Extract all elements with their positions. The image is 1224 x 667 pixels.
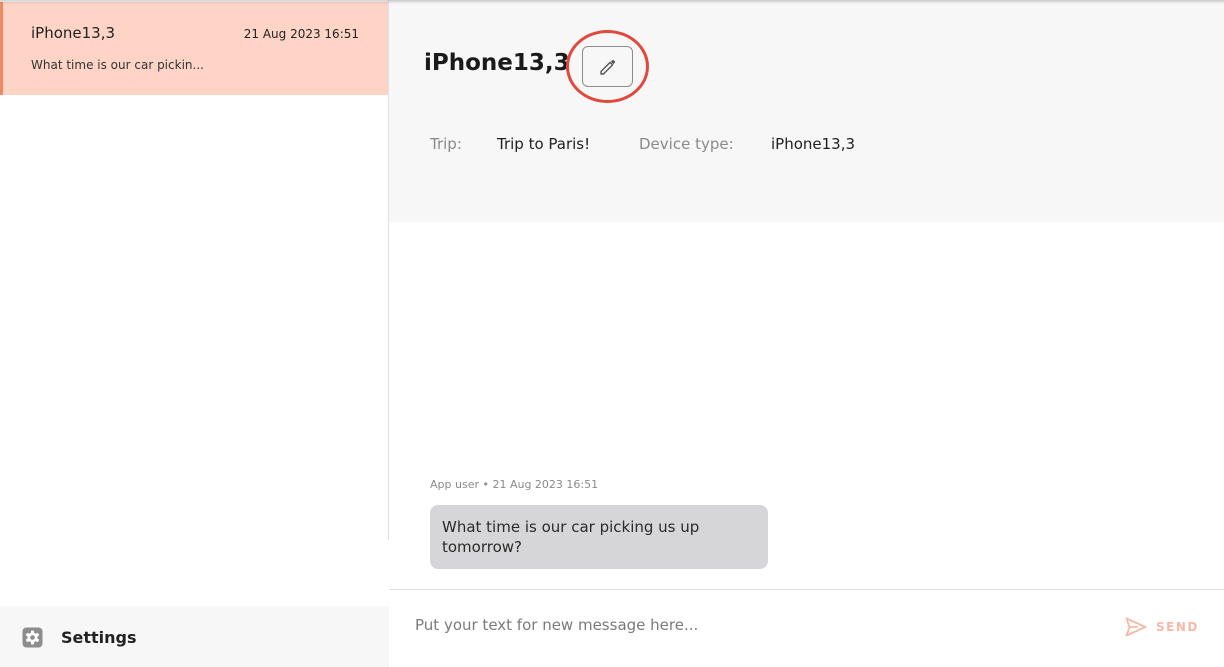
pencil-icon	[599, 59, 615, 75]
conversation-title: iPhone13,3	[31, 24, 116, 42]
trip-label: Trip:	[430, 135, 462, 153]
message-input[interactable]	[405, 606, 1105, 644]
composer-divider	[389, 589, 1224, 590]
top-shadow	[0, 0, 1224, 4]
send-icon	[1125, 617, 1147, 637]
settings-button[interactable]: Settings	[0, 606, 389, 667]
conversation-timestamp: 21 Aug 2023 16:51	[243, 27, 359, 41]
message-meta: App user • 21 Aug 2023 16:51	[430, 478, 599, 491]
gear-icon	[22, 627, 43, 648]
device-type-label: Device type:	[639, 135, 734, 153]
send-button[interactable]: SEND	[1124, 612, 1206, 642]
conversation-preview: What time is our car pickin...	[31, 58, 204, 72]
send-label: SEND	[1156, 620, 1199, 634]
trip-value: Trip to Paris!	[497, 135, 591, 153]
edit-button[interactable]	[582, 46, 633, 87]
conversation-item[interactable]: iPhone13,3 21 Aug 2023 16:51 What time i…	[0, 2, 388, 95]
settings-label: Settings	[61, 628, 137, 647]
sidebar: iPhone13,3 21 Aug 2023 16:51 What time i…	[0, 0, 389, 667]
conversation-header: iPhone13,3 Trip: Trip to Paris! Device t…	[389, 0, 1224, 222]
page-title: iPhone13,3	[424, 50, 570, 76]
message-bubble: What time is our car picking us up tomor…	[430, 505, 768, 569]
device-type-value: iPhone13,3	[771, 135, 856, 153]
